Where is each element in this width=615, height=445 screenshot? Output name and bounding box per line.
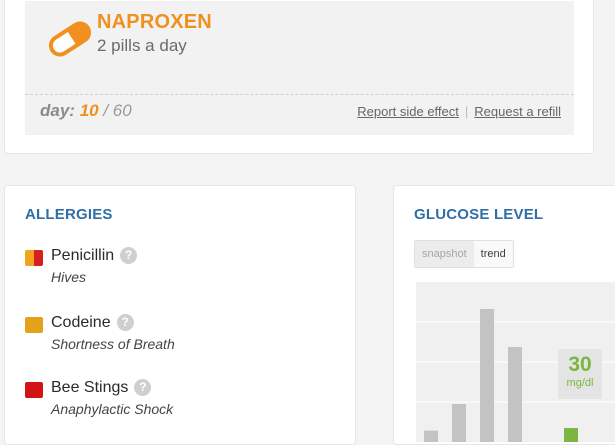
severity-indicator	[25, 317, 43, 333]
allergy-name: Bee Stings?	[51, 379, 152, 397]
request-refill-link[interactable]: Request a refill	[474, 104, 561, 119]
severity-swatch	[25, 382, 43, 398]
tab-snapshot[interactable]: snapshot	[415, 241, 474, 267]
link-separator: |	[464, 104, 469, 119]
glucose-title: GLUCOSE LEVEL	[414, 206, 544, 223]
divider	[25, 94, 574, 95]
chart-bar[interactable]	[508, 347, 522, 442]
severity-indicator	[25, 382, 43, 398]
pill-icon	[48, 21, 92, 57]
current-value: 30	[568, 353, 592, 376]
current-value-unit: mg/dl	[566, 377, 594, 389]
allergies-title: ALLERGIES	[25, 206, 113, 223]
allergies-card: ALLERGIES Penicillin? Hives Codeine? Sho…	[4, 185, 356, 445]
allergy-name-text: Bee Stings	[51, 379, 129, 396]
allergy-name-text: Penicillin	[51, 247, 115, 264]
day-label: day:	[40, 101, 75, 120]
severity-indicator	[25, 250, 43, 266]
severity-swatch	[34, 250, 43, 266]
day-total: / 60	[103, 101, 132, 120]
chart-bar[interactable]	[424, 430, 438, 442]
chart-bar[interactable]	[564, 428, 578, 442]
medication-panel: NAPROXEN 2 pills a day day: 10 / 60 Repo…	[25, 1, 574, 135]
current-value-bubble: 30 mg/dl	[558, 349, 602, 399]
allergy-name-text: Codeine	[51, 314, 111, 331]
help-icon[interactable]: ?	[120, 247, 138, 265]
allergy-name: Codeine?	[51, 314, 134, 332]
allergy-name: Penicillin?	[51, 247, 138, 265]
allergy-reaction: Shortness of Breath	[51, 336, 175, 352]
medication-name: NAPROXEN	[97, 11, 212, 33]
medication-actions: Report side effect | Request a refill	[357, 104, 561, 119]
severity-swatch	[25, 250, 34, 266]
report-side-effect-link[interactable]: Report side effect	[357, 104, 459, 119]
help-icon[interactable]: ?	[134, 379, 152, 397]
chart-bar[interactable]	[480, 309, 494, 442]
help-icon[interactable]: ?	[116, 314, 134, 332]
day-counter: day: 10 / 60	[40, 101, 132, 121]
view-toggle: snapshot trend	[414, 240, 514, 268]
allergy-reaction: Anaphylactic Shock	[51, 401, 174, 417]
chart-bar[interactable]	[452, 404, 466, 442]
severity-swatch	[25, 317, 43, 333]
medication-card: NAPROXEN 2 pills a day day: 10 / 60 Repo…	[4, 0, 594, 154]
medication-dose: 2 pills a day	[97, 36, 187, 55]
tab-trend[interactable]: trend	[473, 241, 513, 267]
allergy-reaction: Hives	[51, 269, 87, 285]
day-current: 10	[79, 101, 99, 120]
glucose-card: GLUCOSE LEVEL snapshot trend 30 mg/dl	[393, 185, 615, 445]
